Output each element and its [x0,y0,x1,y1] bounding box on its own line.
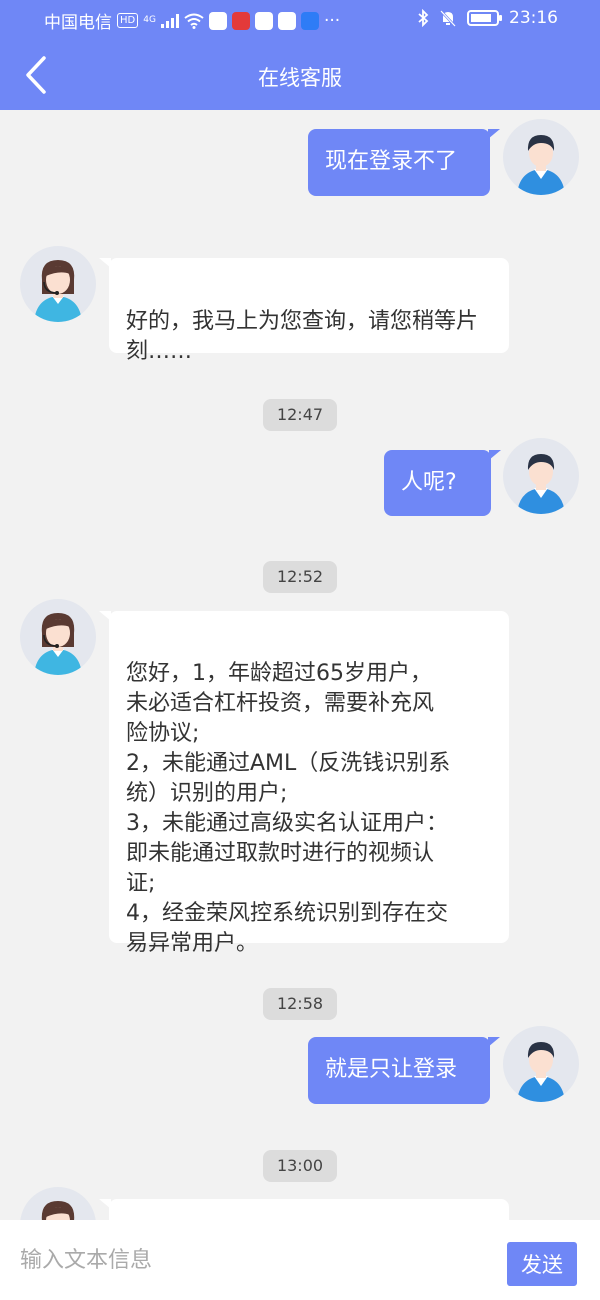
user-message-bubble: 现在登录不了 [308,129,500,196]
chat-area[interactable]: 现在登录不了 好的，我马上为您查询，请您稍等片刻…… 12:47 人呢? 12:… [0,110,600,1220]
agent-message-bubble: 您好，1，年龄超过65岁用户， 未必适合杠杆投资，需要补充风 险协议; 2，未能… [99,611,509,956]
network-type: 4G [143,15,156,25]
user-message-bubble: 就是只让登录 [308,1037,500,1104]
shield-app-icon [208,11,227,30]
wifi-icon [184,13,204,29]
status-right: 23:16 [417,8,558,28]
stock-app-icon [231,11,250,30]
bulb-app-icon [300,11,319,30]
agent-message-bubble [99,1199,509,1220]
message-text: 就是只让登录 [325,1057,458,1082]
status-time: 23:16 [509,8,558,28]
message-input[interactable] [0,1220,490,1300]
agent-message-bubble: 好的，我马上为您查询，请您稍等片刻…… [99,258,509,364]
battery-icon [467,10,502,26]
timestamp-label: 12:47 [263,399,337,431]
timestamp-label: 13:00 [263,1150,337,1182]
music-app-icon [254,11,273,30]
message-text: 人呢? [401,470,457,495]
user-message-bubble: 人呢? [384,450,501,516]
message-text: 现在登录不了 [325,149,458,174]
bluetooth-icon [418,9,429,27]
hd-badge: HD [117,13,139,28]
agent-avatar [20,599,96,675]
user-avatar [503,438,579,514]
agent-avatar [20,246,96,322]
user-avatar [503,1026,579,1102]
message-text: 好的，我马上为您查询，请您稍等片刻…… [126,309,479,364]
message-text: 您好，1，年龄超过65岁用户， 未必适合杠杆投资，需要补充风 险协议; 2，未能… [126,661,451,956]
header-bar: 中国电信 HD 4G ··· 23:16 在线客服 [0,0,600,110]
status-left: 中国电信 HD 4G ··· [44,8,341,34]
composer-bar: 发送 [0,1220,600,1300]
timestamp-label: 12:52 [263,561,337,593]
carrier-label: 中国电信 [44,13,112,33]
browser-app-icon [277,11,296,30]
signal-icon [160,13,179,28]
bell-muted-icon [440,10,456,27]
timestamp-label: 12:58 [263,988,337,1020]
send-button[interactable]: 发送 [507,1242,577,1286]
page-title: 在线客服 [258,66,342,90]
agent-avatar [20,1187,96,1220]
more-notifications: ··· [323,10,341,31]
status-bar: 中国电信 HD 4G ··· 23:16 [0,0,600,40]
user-avatar [503,119,579,195]
